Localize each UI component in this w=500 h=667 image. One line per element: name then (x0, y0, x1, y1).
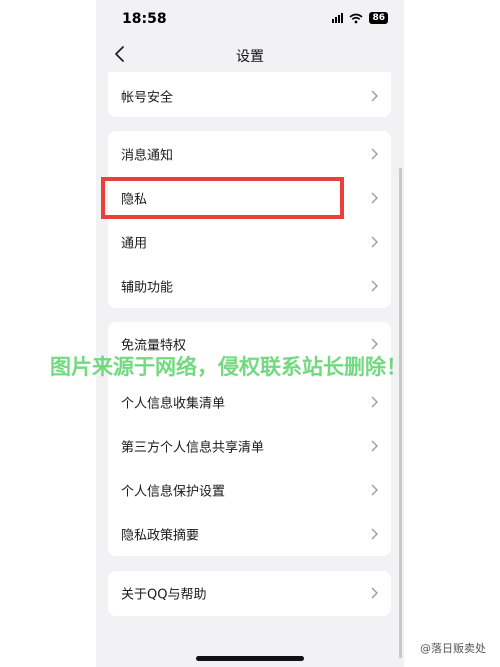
signal-icon (332, 13, 344, 23)
chevron-right-icon (371, 148, 378, 160)
settings-group-about: 关于QQ与帮助 (108, 571, 391, 616)
settings-row-about[interactable]: 关于QQ与帮助 (108, 571, 391, 615)
settings-row-info-protection[interactable]: 个人信息保护设置 (108, 468, 391, 512)
settings-row-account-security[interactable]: 帐号安全 (108, 74, 391, 118)
chevron-right-icon (371, 192, 378, 204)
chevron-right-icon (371, 587, 378, 599)
chevron-right-icon (371, 396, 378, 408)
nav-bar: 设置 (96, 36, 404, 72)
scrollbar[interactable] (399, 168, 402, 658)
row-label: 隐私政策摘要 (121, 528, 200, 544)
chevron-right-icon (371, 440, 378, 452)
credit-text: @落日贩卖处 (420, 642, 486, 655)
settings-row-accessibility[interactable]: 辅助功能 (108, 264, 391, 308)
row-label: 消息通知 (121, 148, 174, 164)
page-title: 设置 (236, 49, 264, 65)
chevron-right-icon (371, 280, 378, 292)
row-label: 通用 (121, 236, 148, 252)
battery-icon: 86 (369, 12, 388, 24)
watermark-text: 图片来源于网络，侵权联系站长删除！ (50, 355, 407, 379)
settings-group-general: 消息通知 隐私 通用 辅助功能 (108, 131, 391, 308)
row-label: 帐号安全 (121, 90, 174, 106)
status-bar: 18:58 86 (96, 0, 404, 36)
row-label: 关于QQ与帮助 (121, 587, 207, 603)
settings-row-third-party-sharing[interactable]: 第三方个人信息共享清单 (108, 424, 391, 468)
settings-row-privacy[interactable]: 隐私 (108, 176, 391, 220)
chevron-right-icon (371, 90, 378, 102)
chevron-right-icon (371, 236, 378, 248)
settings-row-notifications[interactable]: 消息通知 (108, 132, 391, 176)
chevron-right-icon (371, 484, 378, 496)
row-label: 辅助功能 (121, 280, 174, 296)
status-icons: 86 (332, 12, 388, 24)
settings-row-info-collection[interactable]: 个人信息收集清单 (108, 380, 391, 424)
row-label: 个人信息保护设置 (121, 484, 226, 500)
chevron-right-icon (371, 338, 378, 350)
home-indicator[interactable] (196, 656, 304, 661)
status-time: 18:58 (122, 11, 167, 27)
wifi-icon (349, 13, 363, 23)
settings-group-account: 帐号安全 (108, 72, 391, 117)
row-label: 个人信息收集清单 (121, 396, 226, 412)
row-label: 隐私 (121, 192, 148, 208)
settings-row-privacy-summary[interactable]: 隐私政策摘要 (108, 512, 391, 556)
row-label: 第三方个人信息共享清单 (121, 440, 265, 456)
settings-row-general[interactable]: 通用 (108, 220, 391, 264)
chevron-right-icon (371, 528, 378, 540)
